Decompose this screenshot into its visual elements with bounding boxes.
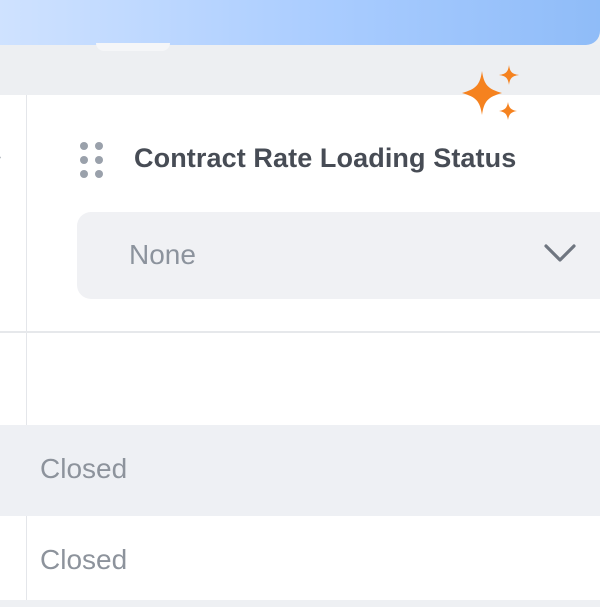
row-status: Closed xyxy=(40,453,128,484)
sparkle-icon[interactable] xyxy=(455,62,525,128)
table-row[interactable]: Closed xyxy=(0,425,600,516)
chevron-down-icon xyxy=(544,244,576,262)
top-bar xyxy=(0,0,600,45)
tab-indicator xyxy=(96,43,170,51)
column-header-title: Contract Rate Loading Status xyxy=(134,143,517,173)
row-status: Closed xyxy=(40,544,128,575)
drag-handle-icon[interactable] xyxy=(79,142,107,184)
header-divider xyxy=(0,331,600,333)
left-column-caret-icon: › xyxy=(0,153,3,163)
status-filter-select[interactable]: None xyxy=(77,212,600,299)
select-value: None xyxy=(129,239,196,270)
table-row[interactable]: Closed xyxy=(0,516,600,607)
